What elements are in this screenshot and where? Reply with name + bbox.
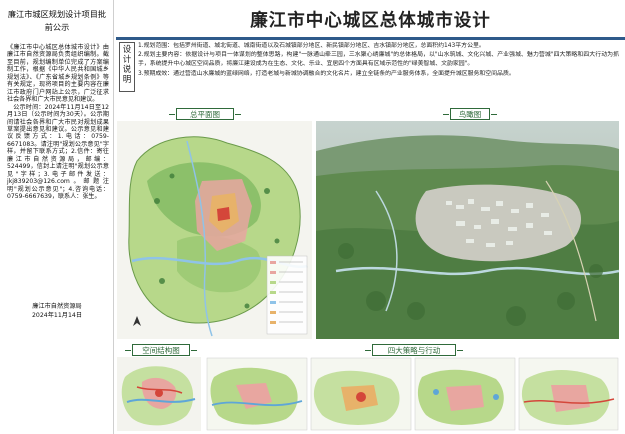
section-label-aerial: 鸟瞰图 (443, 108, 497, 120)
issue-date: 2024年11月14日 (31, 312, 83, 319)
design-note-outcome: 3.预期成效：通过营造山水廉城的蓝绿网络，打造老城与新城协调融合的文化名片，建立… (138, 70, 515, 77)
strategy-panel-3 (414, 357, 516, 431)
strategy-panel-2 (310, 357, 412, 431)
notice-signature: 廉江市自然资源局 2024年11月14日 (7, 302, 107, 320)
aerial-view-image (316, 121, 619, 339)
notice-title: 廉江市城区规划设计项目批前公示 (7, 9, 107, 32)
section-label-master-plan: 总平面图 (169, 108, 241, 120)
strategy-panel-1 (206, 357, 308, 431)
notice-body: 《廉江市中心城区总体城市设计》由廉江市自然资源局负责组织编制。截至目前，规划编制… (7, 44, 109, 201)
spatial-structure-map (117, 357, 201, 431)
section-label-strategies: 四大策略与行动 (365, 344, 463, 356)
design-notes-text: 1.规划范围：包括罗州街道、城北街道、城南街道以及石城镇部分地区、新民镇部分地区… (138, 42, 619, 79)
strategy-panel-4 (518, 357, 619, 431)
board-header: 廉江市中心城区总体城市设计 (116, 0, 625, 40)
board-title: 廉江市中心城区总体城市设计 (250, 11, 491, 31)
notice-panel: 廉江市城区规划设计项目批前公示 《廉江市中心城区总体城市设计》由廉江市自然资源局… (0, 0, 114, 434)
design-notes-tag: 设计说明 (119, 42, 135, 92)
section-label-spatial-structure: 空间结构图 (125, 344, 197, 356)
strategies-panels (206, 357, 619, 431)
design-note-scope: 1.规划范围：包括罗州街道、城北街道、城南街道以及石城镇部分地区、新民镇部分地区… (138, 43, 485, 49)
design-notes: 设计说明 1.规划范围：包括罗州街道、城北街道、城南街道以及石城镇部分地区、新民… (116, 40, 625, 96)
design-note-content: 2.规划主要内容：依据设计与项目一体谋划的整体思路，构建"一脉通山牵三园，三水聚… (138, 52, 619, 68)
master-plan-map (117, 121, 312, 339)
issuer: 廉江市自然资源局 (32, 303, 82, 310)
